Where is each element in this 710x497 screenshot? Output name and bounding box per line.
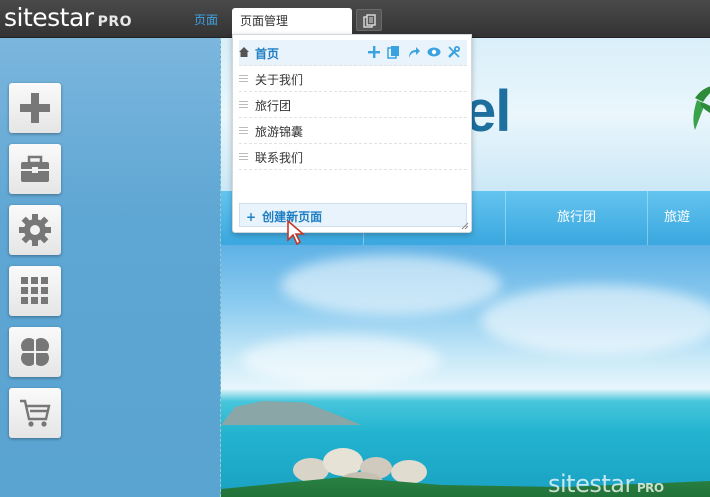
settings-icon[interactable] (447, 45, 461, 59)
site-menu-item-travel[interactable]: 旅遊 (647, 191, 710, 245)
grid-icon (21, 277, 48, 304)
page-label: 联系我们 (255, 151, 304, 165)
watermark-text: sitestar (548, 470, 634, 497)
logo-text: sitestar (4, 3, 94, 32)
page-actions (367, 45, 461, 59)
resize-handle-icon[interactable] (461, 222, 469, 230)
clover-icon (21, 338, 49, 366)
page-label: 旅游锦囊 (255, 125, 304, 139)
drag-handle-icon[interactable] (239, 153, 248, 160)
add-subpage-icon[interactable] (367, 45, 381, 59)
mouse-pointer-icon (287, 220, 305, 246)
page-label: 关于我们 (255, 73, 304, 87)
plus-icon (20, 93, 50, 123)
copy-page-button[interactable] (356, 9, 382, 31)
watermark-badge: PRO (636, 481, 664, 495)
page-row-contact[interactable]: 联系我们 (239, 144, 467, 170)
settings-button[interactable] (9, 205, 61, 255)
add-element-button[interactable] (9, 83, 61, 133)
cart-icon (20, 399, 51, 427)
palm-tree-image (693, 86, 710, 130)
logo: sitestar PRO (4, 3, 132, 32)
site-menu-item-tour[interactable]: 旅行团 (505, 191, 647, 245)
drag-handle-icon[interactable] (239, 101, 248, 108)
top-bar: sitestar PRO 页面 页面管理 (0, 0, 710, 38)
page-row-tips[interactable]: 旅游锦囊 (239, 118, 467, 144)
modules-button[interactable] (9, 266, 61, 316)
toolbox-icon (21, 155, 49, 182)
gear-icon (19, 214, 51, 246)
copy-icon (363, 14, 376, 28)
drag-handle-icon[interactable] (239, 127, 248, 134)
sitestar-watermark: sitestar PRO (548, 470, 664, 497)
toolbox-button[interactable] (9, 144, 61, 194)
plus-icon: + (246, 210, 257, 224)
apps-button[interactable] (9, 327, 61, 377)
beach-banner-image (221, 245, 710, 497)
left-toolbar (0, 38, 220, 497)
page-row-about[interactable]: 关于我们 (239, 66, 467, 92)
shop-button[interactable] (9, 388, 61, 438)
preview-icon[interactable] (427, 45, 441, 59)
page-row-tour[interactable]: 旅行团 (239, 92, 467, 118)
logo-badge: PRO (97, 14, 133, 30)
drag-handle-icon[interactable] (239, 75, 248, 82)
home-icon (239, 47, 249, 57)
create-page-button[interactable]: + 创建新页面 (239, 203, 467, 227)
page-row-home[interactable]: 首页 (239, 40, 467, 66)
page-label: 首页 (255, 47, 280, 61)
redirect-icon[interactable] (407, 45, 421, 59)
mountain-shape (221, 401, 361, 425)
nav-page-link[interactable]: 页面 (194, 11, 218, 28)
page-label: 旅行团 (255, 99, 292, 113)
page-manager-panel: 首页 关于我们 旅行团 旅游锦囊 联系我们 + 创建新页面 (232, 34, 472, 233)
copy-page-icon[interactable] (387, 45, 401, 59)
